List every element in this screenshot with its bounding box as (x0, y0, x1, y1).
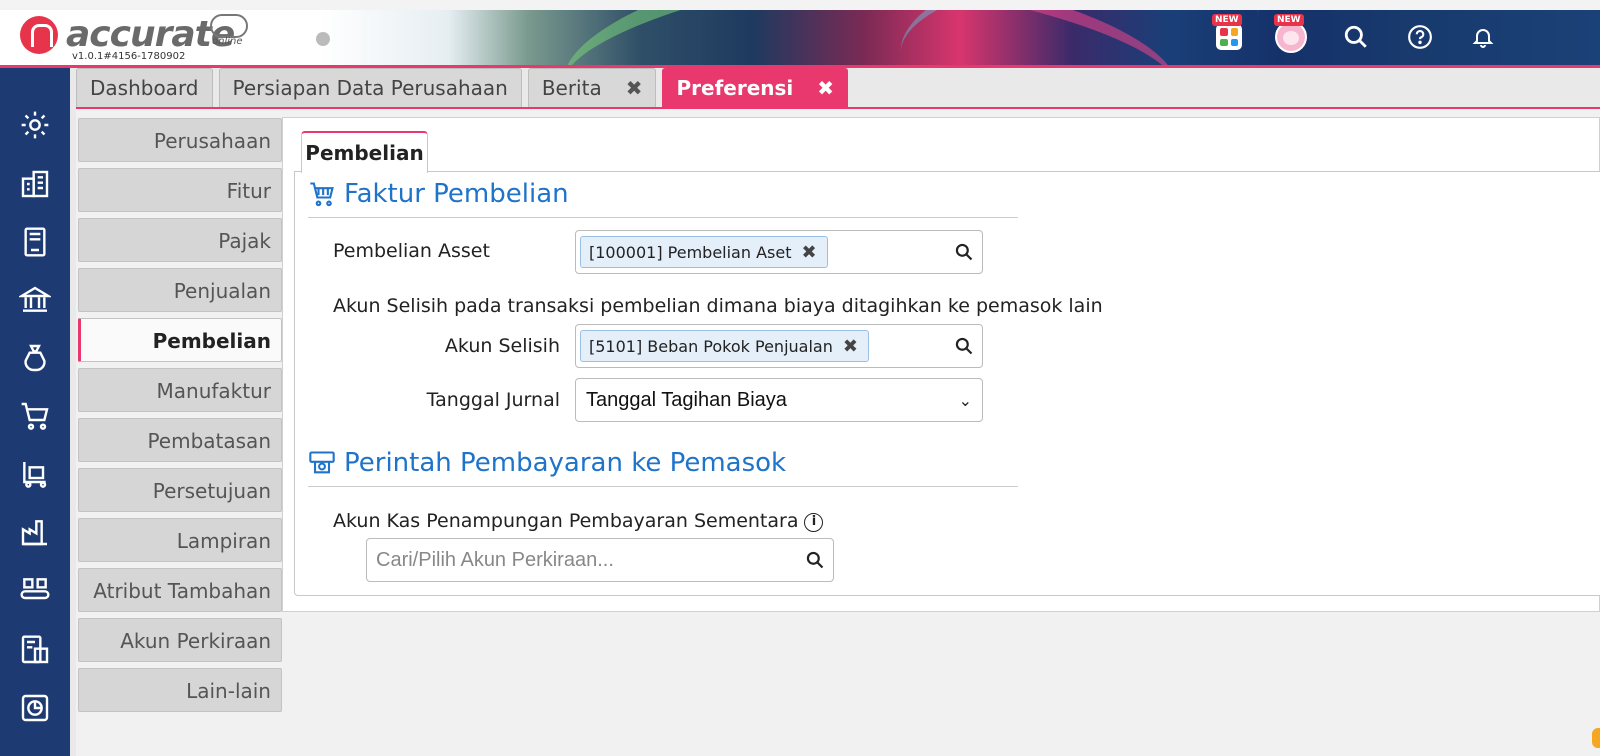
bank-icon (19, 286, 51, 312)
bell-icon (1472, 29, 1494, 48)
apps-grid-icon (1216, 24, 1242, 50)
inventory-nav[interactable] (18, 457, 52, 491)
trolley-icon (23, 462, 47, 488)
tab-dashboard[interactable]: Dashboard (76, 68, 213, 107)
cloud-icon (210, 14, 248, 38)
tab-preferensi[interactable]: Preferensi ✖ (662, 68, 849, 107)
subtab-pembelian[interactable]: Pembelian (301, 131, 428, 173)
menu-item-lampiran[interactable]: Lampiran (78, 518, 282, 562)
divider (308, 217, 1018, 218)
report-nav[interactable] (18, 691, 52, 725)
conveyor-icon (20, 578, 50, 600)
preferences-menu: Perusahaan Fitur Pajak Penjualan Pembeli… (78, 118, 282, 718)
chevron-down-icon: ⌄ (958, 391, 972, 410)
search-button[interactable] (1339, 20, 1373, 54)
logo-sub: online (212, 36, 243, 47)
company-nav[interactable] (18, 167, 52, 201)
app-header: accurate online v1.0.1#4156-1780902 NEW … (0, 10, 1600, 68)
asset-nav[interactable] (18, 573, 52, 607)
left-navbar (0, 68, 70, 756)
pie-chart-icon (21, 694, 49, 722)
akun-kas-field[interactable]: Cari/Pilih Akun Perkiraan... (366, 538, 834, 582)
new-badge: NEW (1212, 14, 1242, 26)
main-tabs: Dashboard Persiapan Data Perusahaan Beri… (76, 68, 849, 108)
money-bag-icon (24, 344, 46, 372)
accurate-logo[interactable]: accurate (20, 14, 235, 55)
tab-berita[interactable]: Berita ✖ (527, 68, 657, 107)
akun-selisih-label: Akun Selisih (444, 335, 560, 357)
new-badge: NEW (1274, 14, 1304, 26)
akun-kas-label: Akun Kas Penampungan Pembayaran Sementar… (333, 510, 824, 532)
assistant-avatar-button[interactable]: NEW (1274, 14, 1308, 54)
akun-kas-placeholder: Cari/Pilih Akun Perkiraan... (376, 549, 614, 571)
divider (308, 486, 1018, 487)
search-icon[interactable] (954, 336, 974, 356)
menu-item-pajak[interactable]: Pajak (78, 218, 282, 262)
remove-chip-icon[interactable]: ✖ (843, 336, 858, 357)
menu-item-fitur[interactable]: Fitur (78, 168, 282, 212)
tanggal-jurnal-label: Tanggal Jurnal (426, 389, 560, 411)
status-dot (316, 32, 330, 46)
payment-icon (309, 451, 335, 474)
factory-icon (21, 520, 47, 546)
tanggal-jurnal-select[interactable]: Tanggal Tagihan Biaya ⌄ (575, 378, 983, 422)
factory-nav[interactable] (18, 515, 52, 549)
bank-nav[interactable] (18, 283, 52, 317)
apps-button[interactable]: NEW (1212, 14, 1246, 54)
version-label: v1.0.1#4156-1780902 (72, 51, 186, 62)
selected-account-chip: [5101] Beban Pokok Penjualan ✖ (580, 330, 869, 362)
menu-item-persetujuan[interactable]: Persetujuan (78, 468, 282, 512)
selected-account-chip: [100001] Pembelian Aset ✖ (580, 236, 828, 268)
close-icon[interactable]: ✖ (626, 76, 643, 100)
sales-nav[interactable] (18, 341, 52, 375)
cart-icon (21, 402, 49, 430)
menu-item-manufaktur[interactable]: Manufaktur (78, 368, 282, 412)
menu-item-lain-lain[interactable]: Lain-lain (78, 668, 282, 712)
settings-nav[interactable] (18, 108, 52, 142)
help-icon (1408, 25, 1432, 49)
tax-nav[interactable] (18, 633, 52, 667)
menu-item-penjualan[interactable]: Penjualan (78, 268, 282, 312)
ledger-nav[interactable] (18, 225, 52, 259)
menu-item-perusahaan[interactable]: Perusahaan (78, 118, 282, 162)
accurate-logo-icon (20, 16, 58, 54)
logo-text: accurate (66, 14, 235, 55)
info-icon[interactable]: i (804, 513, 824, 532)
purchase-nav[interactable] (18, 399, 52, 433)
pembelian-asset-field[interactable]: [100001] Pembelian Aset ✖ (575, 230, 983, 274)
search-icon[interactable] (954, 242, 974, 262)
section-faktur-pembelian: Faktur Pembelian (308, 174, 569, 214)
close-icon[interactable]: ✖ (817, 76, 834, 100)
building-icon (21, 170, 49, 198)
menu-item-pembelian[interactable]: Pembelian (78, 318, 282, 362)
search-icon[interactable] (805, 550, 825, 570)
tab-persiapan-data[interactable]: Persiapan Data Perusahaan (218, 68, 522, 107)
book-icon (24, 227, 46, 257)
remove-chip-icon[interactable]: ✖ (801, 242, 816, 263)
help-button[interactable] (1403, 20, 1437, 54)
section-perintah-pembayaran: Perintah Pembayaran ke Pemasok (308, 443, 786, 483)
akun-selisih-note: Akun Selisih pada transaksi pembelian di… (333, 295, 1103, 317)
gear-icon (21, 111, 49, 139)
tanggal-jurnal-value: Tanggal Tagihan Biaya (586, 389, 787, 411)
chat-widget-handle[interactable] (1592, 728, 1600, 748)
tax-icon (21, 635, 49, 664)
pembelian-asset-label: Pembelian Asset (333, 240, 490, 262)
search-icon (1344, 25, 1367, 48)
cart-icon (310, 182, 334, 207)
akun-selisih-field[interactable]: [5101] Beban Pokok Penjualan ✖ (575, 324, 983, 368)
menu-item-pembatasan[interactable]: Pembatasan (78, 418, 282, 462)
menu-item-akun-perkiraan[interactable]: Akun Perkiraan (78, 618, 282, 662)
notification-button[interactable] (1466, 20, 1500, 54)
menu-item-atribut-tambahan[interactable]: Atribut Tambahan (78, 568, 282, 612)
